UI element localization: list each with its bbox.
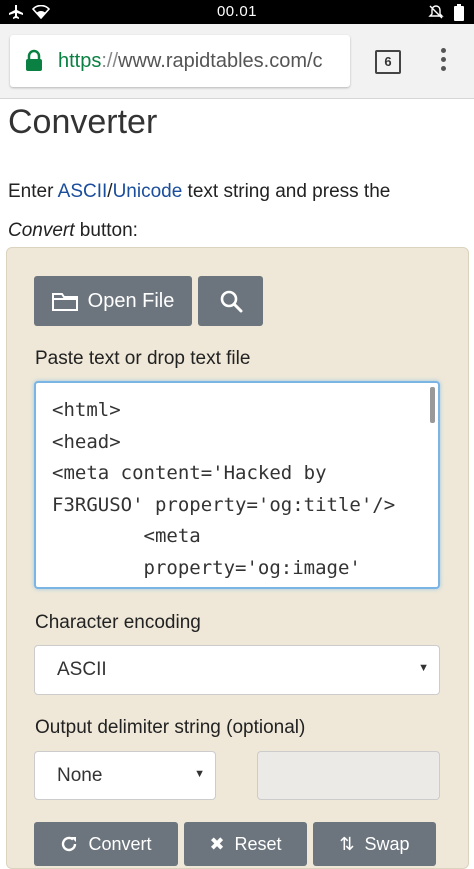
open-file-button[interactable]: Open File — [34, 276, 192, 326]
reset-label: Reset — [234, 833, 282, 854]
page-title: Converter — [8, 103, 158, 141]
textarea-scrollbar[interactable] — [430, 387, 435, 423]
url-separator: :// — [101, 50, 119, 72]
intro-suffix: button: — [74, 220, 138, 241]
swap-button[interactable]: ⇅ Swap — [313, 822, 436, 866]
reset-icon: ✖ — [209, 833, 225, 854]
paste-text-label: Paste text or drop text file — [35, 348, 251, 369]
output-delimiter-select[interactable]: None ▼ — [34, 751, 216, 800]
swap-label: Swap — [364, 833, 410, 854]
input-text-content: <html> <head> <meta content='Hacked by F… — [52, 399, 396, 579]
convert-label: Convert — [88, 833, 152, 854]
delimiter-selected-value: None — [57, 765, 103, 786]
url-host: www.rapidtables.com/c — [118, 50, 323, 72]
status-bar: 00.01 — [0, 0, 474, 24]
intro-text: Enter ASCII/Unicode text string and pres… — [8, 172, 458, 250]
address-bar[interactable]: https://www.rapidtables.com/c — [10, 35, 350, 87]
swap-icon: ⇅ — [339, 833, 355, 854]
mute-icon — [428, 5, 444, 19]
battery-icon — [454, 3, 464, 21]
search-icon — [220, 290, 242, 313]
open-file-label: Open File — [87, 289, 175, 312]
search-button[interactable] — [198, 276, 263, 326]
intro-middle: text string and press the — [182, 181, 391, 202]
character-encoding-select[interactable]: ASCII ▼ — [34, 645, 440, 695]
browser-toolbar: https://www.rapidtables.com/c 6 — [0, 24, 474, 99]
ascii-link[interactable]: ASCII — [58, 181, 108, 202]
input-textarea[interactable]: <html> <head> <meta content='Hacked by F… — [34, 381, 440, 589]
convert-button[interactable]: Convert — [34, 822, 178, 866]
intro-prefix: Enter — [8, 181, 58, 202]
intro-convert-emphasis: Convert — [8, 220, 75, 241]
custom-delimiter-input[interactable] — [257, 751, 440, 800]
tab-switcher-button[interactable]: 6 — [375, 50, 401, 74]
unicode-link[interactable]: Unicode — [113, 181, 183, 202]
caret-down-icon: ▼ — [418, 662, 429, 674]
output-delimiter-label: Output delimiter string (optional) — [35, 717, 306, 738]
encoding-selected-value: ASCII — [57, 659, 107, 680]
url-scheme: https — [58, 50, 102, 72]
lock-icon — [26, 49, 42, 71]
folder-icon — [51, 293, 78, 311]
character-encoding-label: Character encoding — [35, 612, 201, 633]
overflow-menu-icon[interactable] — [438, 48, 448, 74]
reset-button[interactable]: ✖ Reset — [184, 822, 307, 866]
caret-down-icon: ▼ — [194, 768, 205, 780]
url-text: https://www.rapidtables.com/c — [58, 49, 323, 73]
refresh-icon — [62, 836, 77, 852]
clock: 00.01 — [216, 3, 258, 20]
